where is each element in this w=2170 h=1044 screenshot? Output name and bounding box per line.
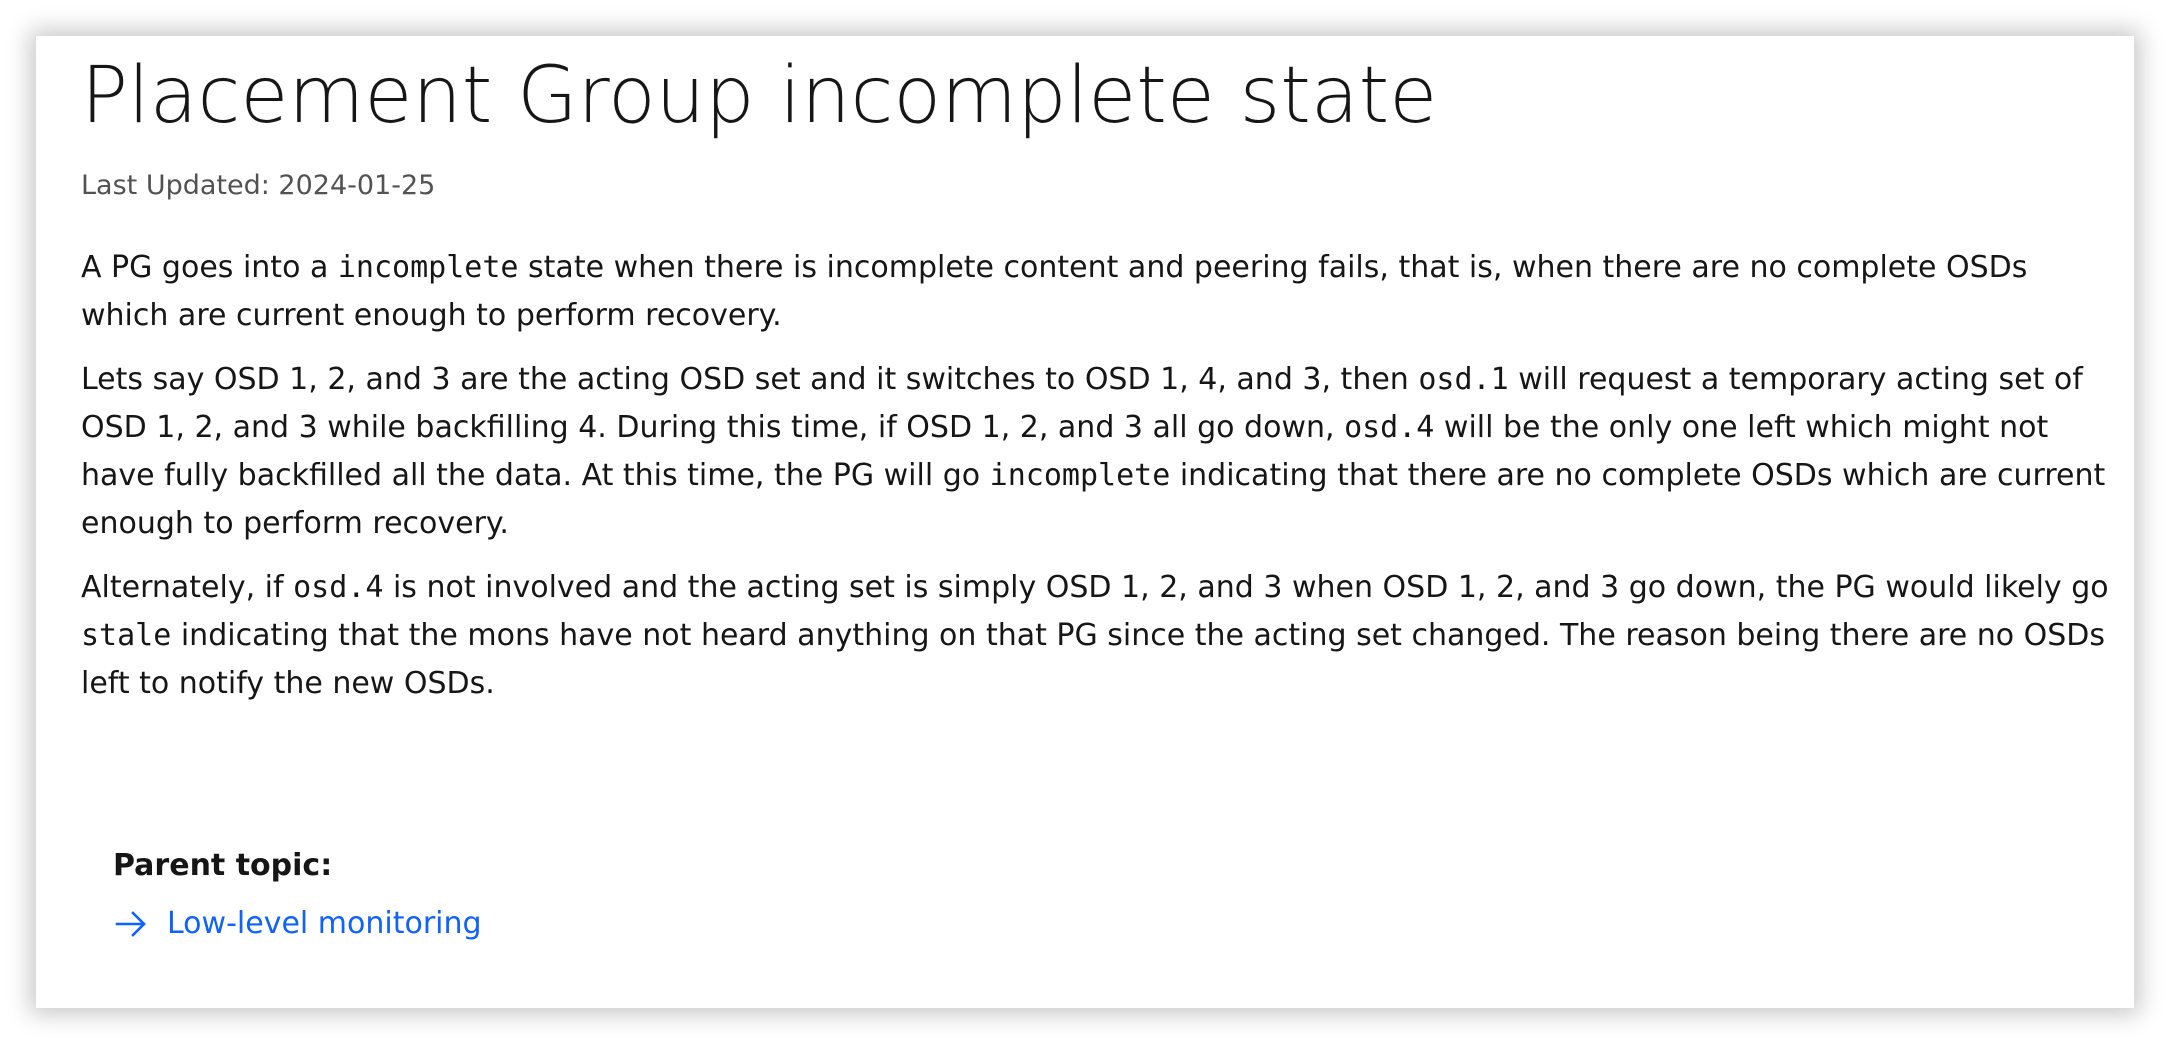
- page-title: Placement Group incomplete state: [81, 51, 1438, 141]
- text-run: A PG goes into a: [81, 250, 338, 285]
- arrow-right-icon: [113, 906, 149, 942]
- last-updated: Last Updated: 2024-01-25: [81, 170, 436, 201]
- paragraph-3: Alternately, if osd.4 is not involved an…: [81, 564, 2121, 708]
- code-incomplete: incomplete: [337, 250, 519, 285]
- code-incomplete: incomplete: [989, 458, 1171, 493]
- code-osd4: osd.4: [293, 570, 384, 605]
- document-card: Placement Group incomplete state Last Up…: [36, 36, 2134, 1008]
- parent-topic-label: Parent topic:: [113, 848, 333, 883]
- parent-topic-link-text: Low-level monitoring: [167, 906, 482, 941]
- code-stale: stale: [81, 618, 172, 653]
- parent-topic-link[interactable]: Low-level monitoring: [113, 904, 482, 944]
- code-osd4: osd.4: [1344, 410, 1435, 445]
- paragraph-1: A PG goes into a incomplete state when t…: [81, 244, 2121, 340]
- text-run: is not involved and the acting set is si…: [383, 570, 2109, 605]
- paragraph-2: Lets say OSD 1, 2, and 3 are the acting …: [81, 356, 2121, 548]
- text-run: indicating that the mons have not heard …: [81, 618, 2106, 701]
- code-osd1: osd.1: [1418, 362, 1509, 397]
- text-run: Alternately, if: [81, 570, 294, 605]
- text-run: Lets say OSD 1, 2, and 3 are the acting …: [81, 362, 1419, 397]
- parent-topic: Parent topic: Low-level monitoring: [113, 846, 482, 944]
- article-body: A PG goes into a incomplete state when t…: [81, 244, 2121, 708]
- article-content: Placement Group incomplete state Last Up…: [81, 36, 2121, 724]
